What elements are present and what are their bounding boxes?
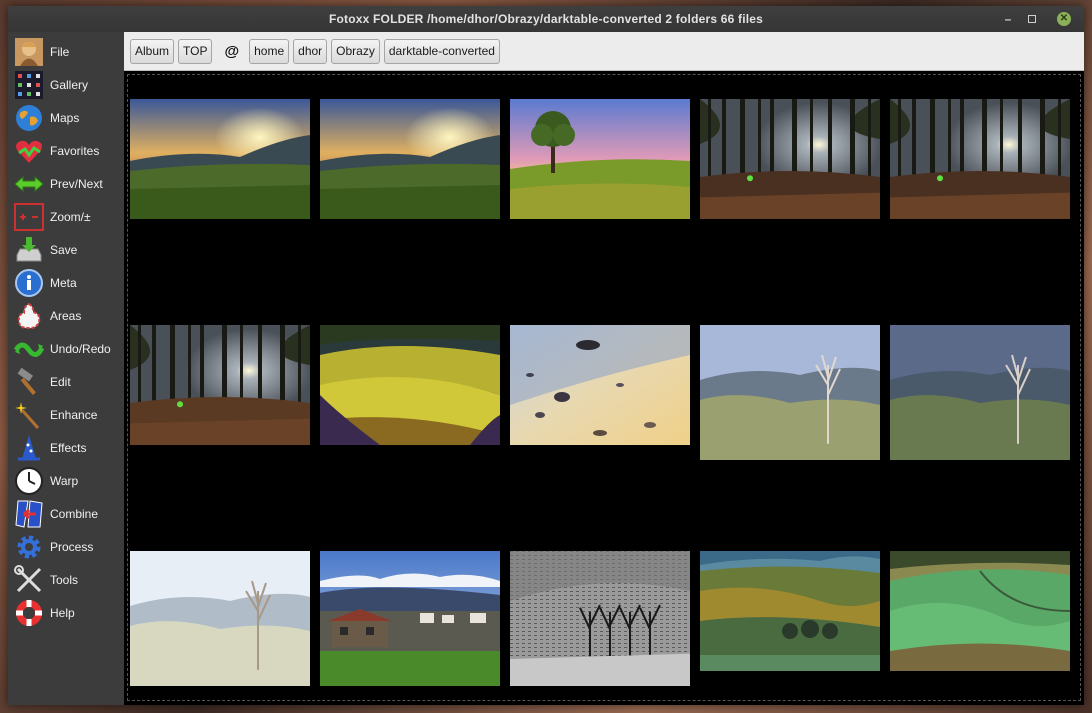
file-icon — [14, 37, 44, 67]
sidebar-item-help[interactable]: Help — [14, 597, 122, 629]
sidebar-item-prev-next[interactable]: Prev/Next — [14, 168, 122, 200]
sidebar-item-warp[interactable]: Warp — [14, 465, 122, 497]
tools-icon — [14, 565, 44, 595]
combine-icon — [14, 499, 44, 529]
hammer-icon — [14, 367, 44, 397]
sidebar-menu: File Gallery Maps Favorites Prev/Next Zoom/± S… — [8, 32, 124, 705]
close-button[interactable]: ✕ — [1052, 6, 1076, 32]
thumbnail-forest-sunburst-warm[interactable] — [130, 325, 310, 445]
sidebar-item-save[interactable]: Save — [14, 234, 122, 266]
wizard-icon — [14, 433, 44, 463]
sidebar-item-label: Maps — [50, 111, 80, 125]
sidebar-item-label: Favorites — [50, 144, 100, 158]
thumbnail-village-house[interactable] — [320, 551, 500, 686]
sidebar-item-label: Edit — [50, 375, 71, 389]
save-icon — [14, 235, 44, 265]
thumbnail-green-field[interactable] — [890, 551, 1070, 671]
lifebuoy-icon — [14, 598, 44, 628]
sidebar-item-tools[interactable]: Tools — [14, 564, 122, 596]
areas-icon — [14, 301, 44, 331]
sidebar-item-favorites[interactable]: Favorites — [14, 135, 122, 167]
sidebar-item-undo-redo[interactable]: Undo/Redo — [14, 333, 122, 365]
thumbnail-pebble-shore[interactable] — [510, 325, 690, 445]
sidebar-item-label: Help — [50, 606, 75, 620]
wand-icon — [14, 400, 44, 430]
thumbnail-birch-on-hill[interactable] — [700, 325, 880, 460]
sidebar-item-maps[interactable]: Maps — [14, 102, 122, 134]
sidebar-item-areas[interactable]: Areas — [14, 300, 122, 332]
globe-icon — [14, 103, 44, 133]
sidebar-item-meta[interactable]: Meta — [14, 267, 122, 299]
thumbnail-forest-sunburst-copy[interactable] — [890, 99, 1070, 219]
thumbnail-sunset-hills-copy[interactable] — [320, 99, 500, 219]
thumbnail-forest-sunburst[interactable] — [700, 99, 880, 219]
maximize-icon — [1028, 15, 1036, 23]
zoom-icon — [14, 202, 44, 232]
thumbnail-grid — [127, 74, 1081, 701]
sidebar-item-label: Process — [50, 540, 94, 554]
sidebar-item-combine[interactable]: Combine — [14, 498, 122, 530]
sidebar-item-label: Effects — [50, 441, 87, 455]
thumbnail-lone-tree-meadow[interactable] — [510, 99, 690, 219]
close-icon: ✕ — [1057, 12, 1071, 26]
thumbnail-sunset-hills[interactable] — [130, 99, 310, 219]
path-darktable-converted-button[interactable]: darktable-converted — [383, 38, 500, 64]
info-icon — [14, 268, 44, 298]
sidebar-item-label: File — [50, 45, 70, 59]
arrows-icon — [14, 169, 44, 199]
sidebar-item-label: Enhance — [50, 408, 98, 422]
sidebar-item-label: Combine — [50, 507, 99, 521]
minimize-button[interactable]: – — [996, 6, 1020, 32]
maximize-button[interactable] — [1020, 6, 1044, 32]
gear-icon — [14, 532, 44, 562]
sidebar-item-label: Undo/Redo — [50, 342, 111, 356]
sidebar-item-edit[interactable]: Edit — [14, 366, 122, 398]
sidebar-item-label: Tools — [50, 573, 79, 587]
gallery-icon — [14, 70, 44, 100]
album-button[interactable]: Album — [130, 38, 175, 64]
sidebar-item-gallery[interactable]: Gallery — [14, 69, 122, 101]
thumbnail-birch-on-hill-dark[interactable] — [890, 325, 1070, 460]
sidebar-item-label: Areas — [50, 309, 82, 323]
sidebar-item-label: Prev/Next — [50, 177, 103, 191]
thumbnail-birch-high-key[interactable] — [130, 551, 310, 686]
gallery-pane: Album TOP @ home dhor Obrazy darktable-c… — [124, 32, 1084, 705]
thumbnail-golden-hills[interactable] — [320, 325, 500, 445]
sidebar-item-zoom[interactable]: Zoom/± — [14, 201, 122, 233]
thumbnail-bw-hillside[interactable] — [510, 551, 690, 686]
sidebar-item-label: Zoom/± — [50, 210, 91, 224]
heart-icon — [14, 136, 44, 166]
sidebar-item-file[interactable]: File — [14, 36, 122, 68]
window-title: Fotoxx FOLDER /home/dhor/Obrazy/darktabl… — [328, 12, 764, 26]
path-home-button[interactable]: home — [249, 38, 290, 64]
undo-redo-icon — [14, 334, 44, 364]
sidebar-item-effects[interactable]: Effects — [14, 432, 122, 464]
sidebar-item-label: Warp — [50, 474, 79, 488]
at-button[interactable]: @ — [224, 43, 239, 60]
title-bar[interactable]: Fotoxx FOLDER /home/dhor/Obrazy/darktabl… — [8, 6, 1084, 32]
sidebar-item-process[interactable]: Process — [14, 531, 122, 563]
thumbnail-autumn-valley[interactable] — [700, 551, 880, 671]
sidebar-item-label: Gallery — [50, 78, 89, 92]
path-obrazy-button[interactable]: Obrazy — [331, 38, 380, 64]
sidebar-item-label: Save — [50, 243, 78, 257]
gallery-toolbar: Album TOP @ home dhor Obrazy darktable-c… — [124, 32, 1084, 71]
clock-icon — [14, 466, 44, 496]
top-button[interactable]: TOP — [178, 38, 213, 64]
sidebar-item-label: Meta — [50, 276, 77, 290]
path-dhor-button[interactable]: dhor — [293, 38, 328, 64]
sidebar-item-enhance[interactable]: Enhance — [14, 399, 122, 431]
app-window: Fotoxx FOLDER /home/dhor/Obrazy/darktabl… — [8, 6, 1084, 705]
